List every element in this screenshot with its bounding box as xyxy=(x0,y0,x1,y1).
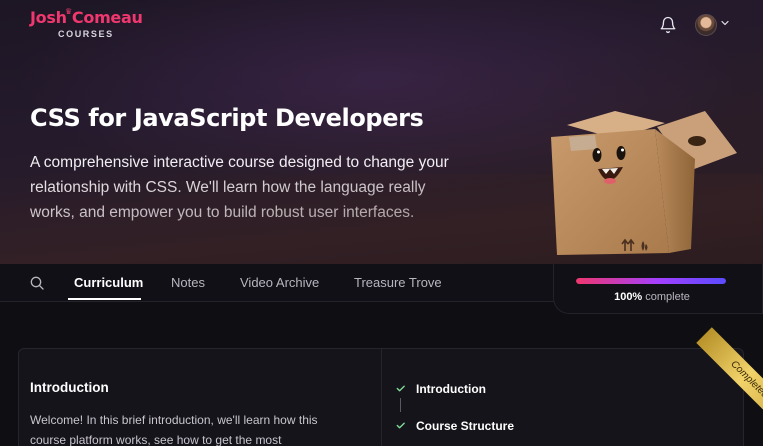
progress-bar-fill xyxy=(576,278,726,284)
module-card[interactable]: Introduction Welcome! In this brief intr… xyxy=(18,348,744,446)
lesson-connector xyxy=(400,398,401,412)
tab-notes[interactable]: Notes xyxy=(171,275,205,290)
progress-label: 100% complete xyxy=(554,291,750,303)
lesson-label: Course Structure xyxy=(416,419,515,433)
brand-logo[interactable]: ♛ Josh Comeau COURSES xyxy=(30,7,143,42)
brand-name: Josh Comeau xyxy=(30,8,143,27)
tab-video-archive[interactable]: Video Archive xyxy=(240,275,319,290)
progress-bar xyxy=(576,278,726,284)
brand-sub: COURSES xyxy=(58,29,114,39)
search-icon[interactable] xyxy=(29,275,45,291)
course-progress: 100% complete xyxy=(553,264,763,314)
crown-icon: ♛ xyxy=(65,7,73,16)
user-avatar[interactable] xyxy=(695,14,717,36)
module-description: Welcome! In this brief introduction, we'… xyxy=(30,413,318,446)
check-icon xyxy=(396,422,405,429)
module-title: Introduction xyxy=(30,380,109,395)
tab-treasure-trove[interactable]: Treasure Trove xyxy=(354,275,442,290)
lesson-label: Introduction xyxy=(416,382,486,396)
check-icon xyxy=(396,385,405,392)
bell-icon[interactable] xyxy=(659,16,677,34)
chevron-down-icon[interactable] xyxy=(719,17,731,29)
cardboard-box-mascot xyxy=(551,111,737,255)
tab-curriculum[interactable]: Curriculum xyxy=(74,275,143,290)
course-title: CSS for JavaScript Developers xyxy=(30,104,424,132)
active-tab-indicator xyxy=(68,298,141,300)
course-description: A comprehensive interactive course desig… xyxy=(30,154,449,221)
progress-percent: 100% xyxy=(614,291,643,303)
progress-suffix: complete xyxy=(645,291,690,303)
card-divider xyxy=(381,349,382,446)
